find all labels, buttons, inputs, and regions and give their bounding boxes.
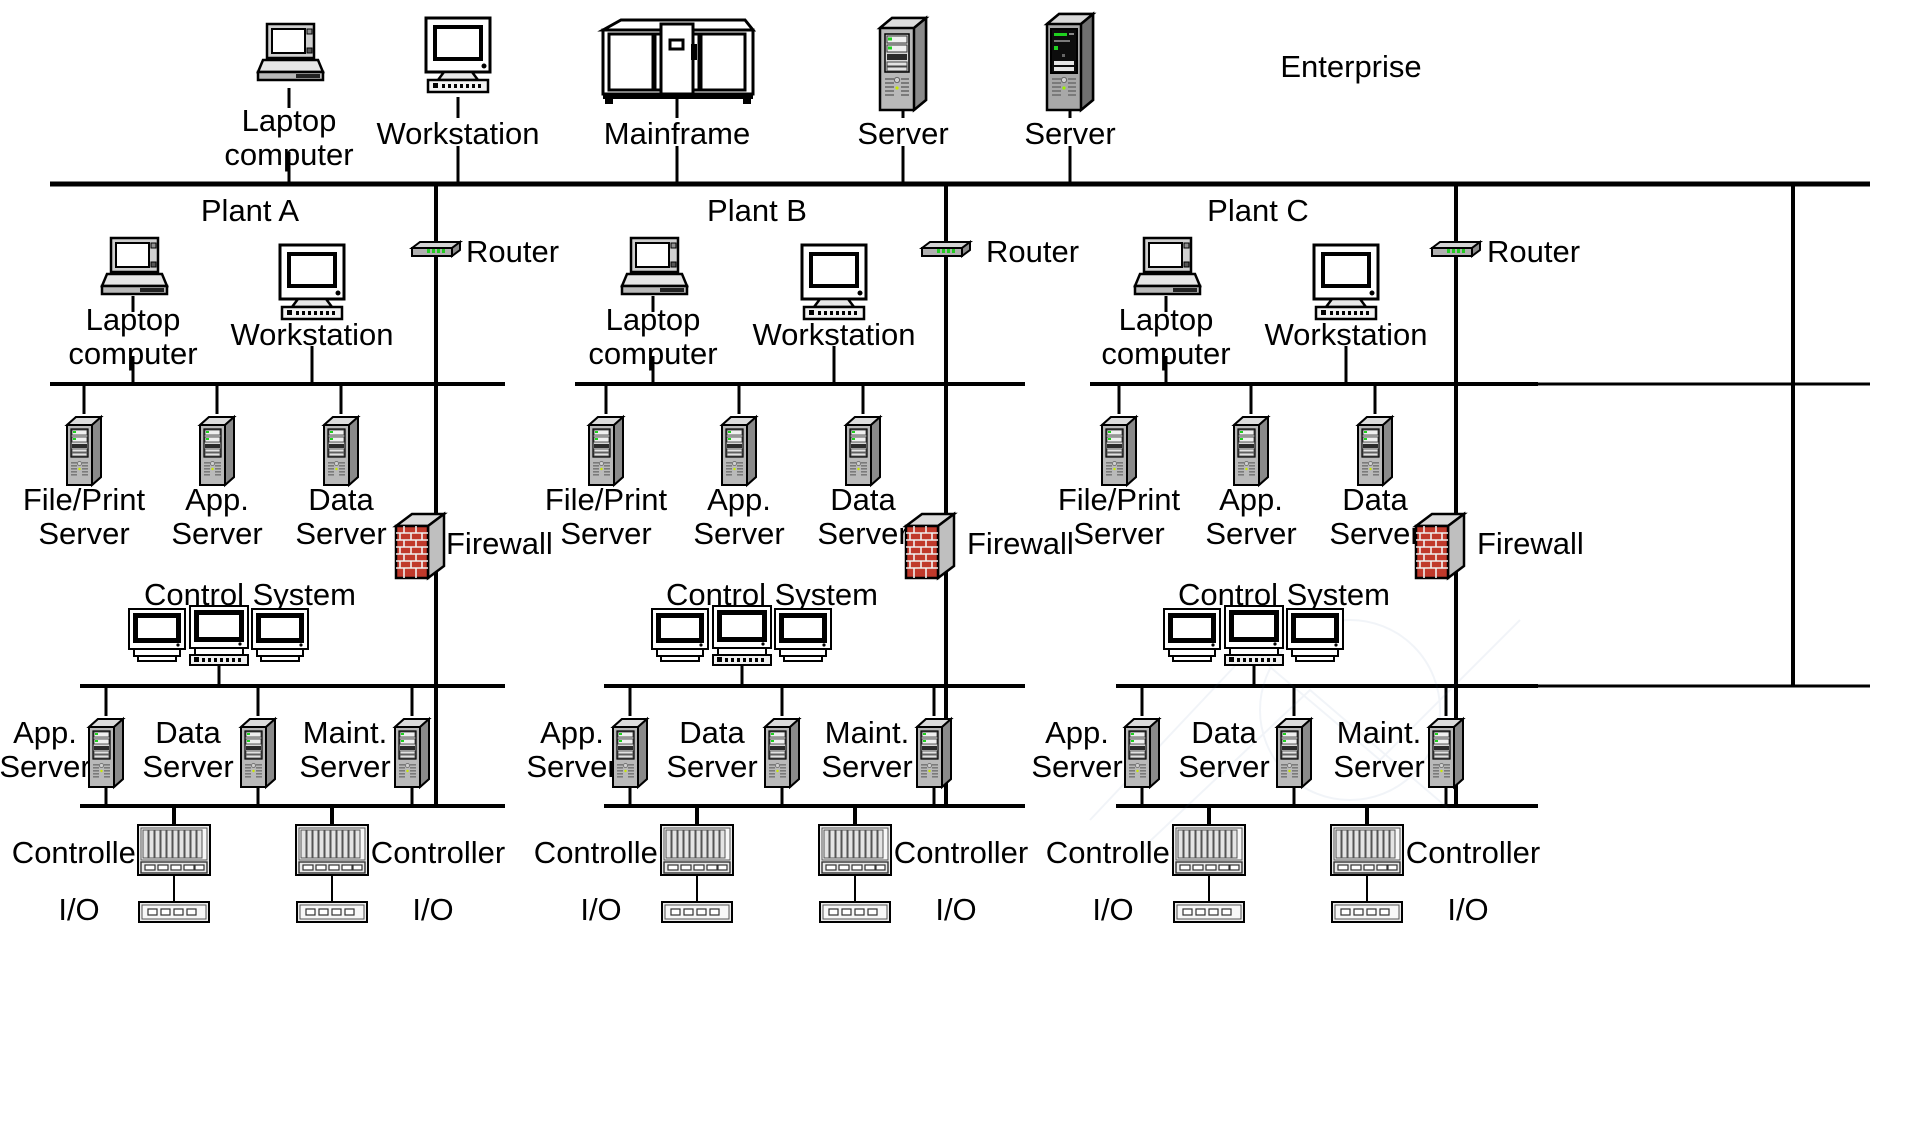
laptop-icon-c [1129, 236, 1203, 298]
plant-b-controller-label-1: Controller [893, 835, 1029, 870]
enterprise-node-label-4: Server [1024, 116, 1116, 151]
controller-rack-icon-b0 [660, 824, 734, 876]
io-module-icon-a0 [138, 901, 210, 923]
control-system-icon-a [128, 605, 310, 667]
plant-a-controller-label-1: Controller [370, 835, 506, 870]
router-icon-c[interactable] [1426, 238, 1486, 262]
server-tower-light-icon-a-c1 [238, 716, 278, 790]
server-tower-dark-icon [1043, 8, 1097, 113]
controller-rack-icon-a1 [295, 824, 369, 876]
server-tower-light-icon-b-c2 [914, 716, 954, 790]
io-module-icon-b0 [661, 901, 733, 923]
server-tower-light-icon-b2 [843, 414, 883, 488]
server-tower-light-icon-b0 [586, 414, 626, 488]
plant-b-io-label-1: I/O [935, 892, 977, 927]
enterprise-node-label-2: Mainframe [603, 116, 751, 151]
io-module-icon-c0 [1173, 901, 1245, 923]
plant-b-ctrl-server-label-2: Maint. Server [821, 715, 913, 784]
server-tower-light-icon-a-c0 [86, 716, 126, 790]
enterprise-node-label-1: Workstation [376, 116, 540, 151]
controller-rack-icon-a0 [137, 824, 211, 876]
workstation-icon-b [792, 243, 876, 321]
router-label-b: Router [986, 234, 1080, 269]
firewall-label-c: Firewall [1477, 526, 1584, 561]
plant-b-ctrl-server-label-1: Data Server [666, 715, 758, 784]
controller-rack-icon-c0 [1172, 824, 1246, 876]
plant-b-business-label-1: Workstation [752, 317, 916, 352]
workstation-icon [416, 16, 500, 94]
network-diagram-canvas: Enterprise Laptop computer Workstation M… [0, 0, 1920, 1146]
router-label-c: Router [1487, 234, 1581, 269]
plant-c-controller-label-0: Controller [1045, 835, 1181, 870]
server-tower-light-icon-b-c0 [610, 716, 650, 790]
router-icon-b[interactable] [916, 238, 976, 262]
server-tower-light-icon-c2 [1355, 414, 1395, 488]
plant-a-ctrl-server-label-0: App. Server [0, 715, 91, 784]
server-tower-light-icon [876, 14, 930, 114]
plant-c-io-label-0: I/O [1092, 892, 1134, 927]
io-module-icon-b1 [819, 901, 891, 923]
plant-b-io-label-0: I/O [580, 892, 622, 927]
firewall-icon-a [392, 508, 448, 582]
server-tower-light-icon-a2 [321, 414, 361, 488]
router-label-a: Router [466, 234, 560, 269]
control-system-icon-c [1163, 605, 1345, 667]
server-tower-light-icon-c-c1 [1274, 716, 1314, 790]
control-system-icon-b [651, 605, 833, 667]
server-tower-light-icon-c-c0 [1122, 716, 1162, 790]
plant-a-controller-label-0: Controller [11, 835, 147, 870]
laptop-icon-b [616, 236, 690, 298]
plant-a-io-label-1: I/O [412, 892, 454, 927]
plant-a-title: Plant A [200, 193, 300, 228]
plant-c-ctrl-server-label-2: Maint. Server [1333, 715, 1425, 784]
plant-c-title: Plant C [1207, 193, 1309, 228]
controller-rack-icon-c1 [1330, 824, 1404, 876]
plant-c-business-label-1: Workstation [1264, 317, 1428, 352]
enterprise-label: Enterprise [1280, 49, 1422, 84]
plant-c-ctrl-server-label-1: Data Server [1178, 715, 1270, 784]
plant-a-business-label-0: Laptop computer [68, 302, 198, 371]
io-module-icon-c1 [1331, 901, 1403, 923]
workstation-icon-c [1304, 243, 1388, 321]
plant-c-io-label-1: I/O [1447, 892, 1489, 927]
plant-b-business-label-0: Laptop computer [588, 302, 718, 371]
firewall-icon-c [1412, 508, 1468, 582]
plant-a-io-label-0: I/O [58, 892, 100, 927]
plant-b-controller-label-0: Controller [533, 835, 669, 870]
plant-a-ctrl-server-label-2: Maint. Server [299, 715, 391, 784]
plant-b-ctrl-server-label-0: App. Server [526, 715, 618, 784]
laptop-icon-a [96, 236, 170, 298]
server-tower-light-icon-b1 [719, 414, 759, 488]
server-tower-light-icon-c1 [1231, 414, 1271, 488]
mainframe-icon [597, 14, 757, 106]
server-tower-light-icon-b-c1 [762, 716, 802, 790]
server-tower-light-icon-c0 [1099, 414, 1139, 488]
server-tower-light-icon-a-c2 [392, 716, 432, 790]
plant-a-business-label-1: Workstation [230, 317, 394, 352]
router-icon-a[interactable] [406, 238, 466, 262]
plant-b-title: Plant B [707, 193, 807, 228]
plant-c-ctrl-server-label-0: App. Server [1031, 715, 1123, 784]
server-tower-light-icon-a1 [197, 414, 237, 488]
workstation-icon-a [270, 243, 354, 321]
io-module-icon-a1 [296, 901, 368, 923]
server-tower-light-icon-c-c2 [1426, 716, 1466, 790]
firewall-icon-b [902, 508, 958, 582]
server-tower-light-icon-a0 [64, 414, 104, 488]
controller-rack-icon-b1 [818, 824, 892, 876]
plant-c-controller-label-1: Controller [1405, 835, 1541, 870]
enterprise-node-label-0: Laptop computer [224, 103, 354, 172]
laptop-icon [252, 22, 326, 84]
plant-a-ctrl-server-label-1: Data Server [142, 715, 234, 784]
enterprise-node-label-3: Server [857, 116, 949, 151]
plant-c-business-label-0: Laptop computer [1101, 302, 1231, 371]
